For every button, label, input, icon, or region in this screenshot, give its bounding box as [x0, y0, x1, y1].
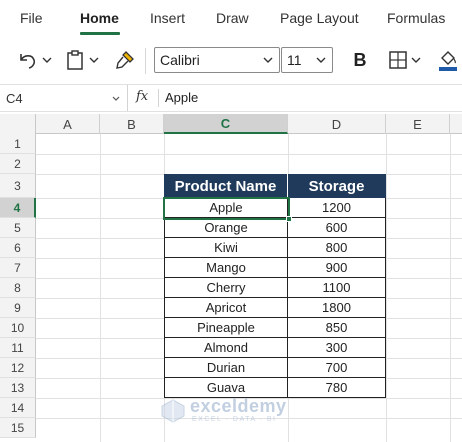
table-cell-product[interactable]: Kiwi	[164, 238, 288, 258]
ribbon-tabs: File Home Insert Draw Page Layout Formul…	[0, 0, 462, 38]
undo-button[interactable]	[14, 48, 54, 72]
table-cell-storage[interactable]: 800	[288, 238, 386, 258]
fill-color-button[interactable]	[436, 46, 460, 74]
row-header-1[interactable]: 1	[0, 134, 36, 154]
row-header-13[interactable]: 13	[0, 378, 36, 398]
row-header-11[interactable]: 11	[0, 338, 36, 358]
table-cell-product[interactable]: Apricot	[164, 298, 288, 318]
formula-separator	[158, 89, 159, 107]
paste-button[interactable]	[64, 48, 104, 72]
font-size-select[interactable]: 11	[281, 47, 333, 73]
column-header-d[interactable]: D	[288, 114, 386, 134]
column-header-a[interactable]: A	[36, 114, 100, 134]
chevron-down-icon	[263, 57, 273, 63]
row-header-4[interactable]: 4	[0, 198, 36, 218]
select-all-corner[interactable]	[0, 114, 36, 134]
column-header-row: A B C D E	[0, 114, 462, 134]
table-header-product-name[interactable]: Product Name	[164, 174, 288, 198]
exceldemy-watermark: exceldemy EXCEL · DATA · BI	[160, 396, 310, 426]
tab-insert[interactable]: Insert	[150, 10, 185, 26]
tab-formulas[interactable]: Formulas	[387, 10, 445, 26]
toolbar: Calibri 11 B	[0, 38, 462, 82]
table-cell-product[interactable]: Mango	[164, 258, 288, 278]
toolbar-separator	[145, 48, 146, 74]
font-name-select[interactable]: Calibri	[154, 47, 280, 73]
chevron-down-icon	[316, 57, 326, 63]
gridline	[100, 134, 101, 442]
tab-draw[interactable]: Draw	[216, 10, 249, 26]
tab-home[interactable]: Home	[80, 10, 119, 26]
row-header-8[interactable]: 8	[0, 278, 36, 298]
gridline	[386, 134, 387, 442]
watermark-brand: exceldemy	[190, 396, 287, 416]
row-header-10[interactable]: 10	[0, 318, 36, 338]
borders-icon	[389, 51, 421, 69]
fx-icon[interactable]: fx	[136, 89, 156, 107]
table-cell-storage[interactable]: 600	[288, 218, 386, 238]
undo-icon	[20, 54, 52, 69]
table-cell-storage[interactable]: 1800	[288, 298, 386, 318]
fill-handle[interactable]	[286, 216, 292, 222]
formula-bar: C4 fx Apple	[0, 84, 462, 112]
table-cell-product[interactable]: Guava	[164, 378, 288, 398]
row-header-5[interactable]: 5	[0, 218, 36, 238]
fill-color-icon	[439, 51, 457, 71]
row-header-6[interactable]: 6	[0, 238, 36, 258]
chevron-down-icon	[112, 96, 120, 101]
font-size-value: 11	[287, 52, 302, 68]
row-header-15[interactable]: 15	[0, 418, 36, 438]
table-header-storage[interactable]: Storage	[288, 174, 386, 198]
name-box[interactable]: C4	[0, 85, 128, 111]
paste-icon	[67, 50, 99, 70]
row-header-3[interactable]: 3	[0, 174, 36, 198]
bold-button[interactable]: B	[348, 47, 372, 73]
row-header-2[interactable]: 2	[0, 154, 36, 174]
table-cell-storage[interactable]: 780	[288, 378, 386, 398]
active-tab-indicator	[80, 32, 120, 35]
row-header-14[interactable]: 14	[0, 398, 36, 418]
exceldemy-logo-icon	[161, 399, 185, 423]
formula-input[interactable]: Apple	[165, 90, 198, 105]
gridline	[450, 134, 451, 442]
table-cell-product[interactable]: Almond	[164, 338, 288, 358]
table-cell-storage[interactable]: 900	[288, 258, 386, 278]
row-header-12[interactable]: 12	[0, 358, 36, 378]
gridline	[36, 154, 462, 155]
font-name-value: Calibri	[160, 52, 200, 68]
table-cell-storage[interactable]: 700	[288, 358, 386, 378]
format-painter-button[interactable]	[112, 48, 138, 72]
table-cell-storage[interactable]: 850	[288, 318, 386, 338]
column-header-b[interactable]: B	[100, 114, 164, 134]
watermark-tagline: EXCEL · DATA · BI	[192, 416, 277, 423]
table-cell-storage[interactable]: 1100	[288, 278, 386, 298]
table-cell-product[interactable]: Pineapple	[164, 318, 288, 338]
borders-button[interactable]	[386, 48, 426, 72]
column-header-c[interactable]: C	[164, 114, 288, 134]
table-cell-storage[interactable]: 1200	[288, 198, 386, 218]
name-box-value: C4	[6, 90, 23, 106]
tab-file[interactable]: File	[20, 10, 43, 26]
table-cell-storage[interactable]: 300	[288, 338, 386, 358]
row-header-7[interactable]: 7	[0, 258, 36, 278]
table-cell-product[interactable]: Durian	[164, 358, 288, 378]
table-cell-product[interactable]: Apple	[164, 198, 288, 218]
format-painter-icon	[116, 51, 134, 69]
column-header-e[interactable]: E	[386, 114, 450, 134]
table-cell-product[interactable]: Orange	[164, 218, 288, 238]
table-cell-product[interactable]: Cherry	[164, 278, 288, 298]
row-header-9[interactable]: 9	[0, 298, 36, 318]
tab-page-layout[interactable]: Page Layout	[280, 10, 359, 26]
spreadsheet-grid: A B C D E 1 2 3 4 5 6 7 8 9 10 11 12 13 …	[0, 114, 462, 442]
